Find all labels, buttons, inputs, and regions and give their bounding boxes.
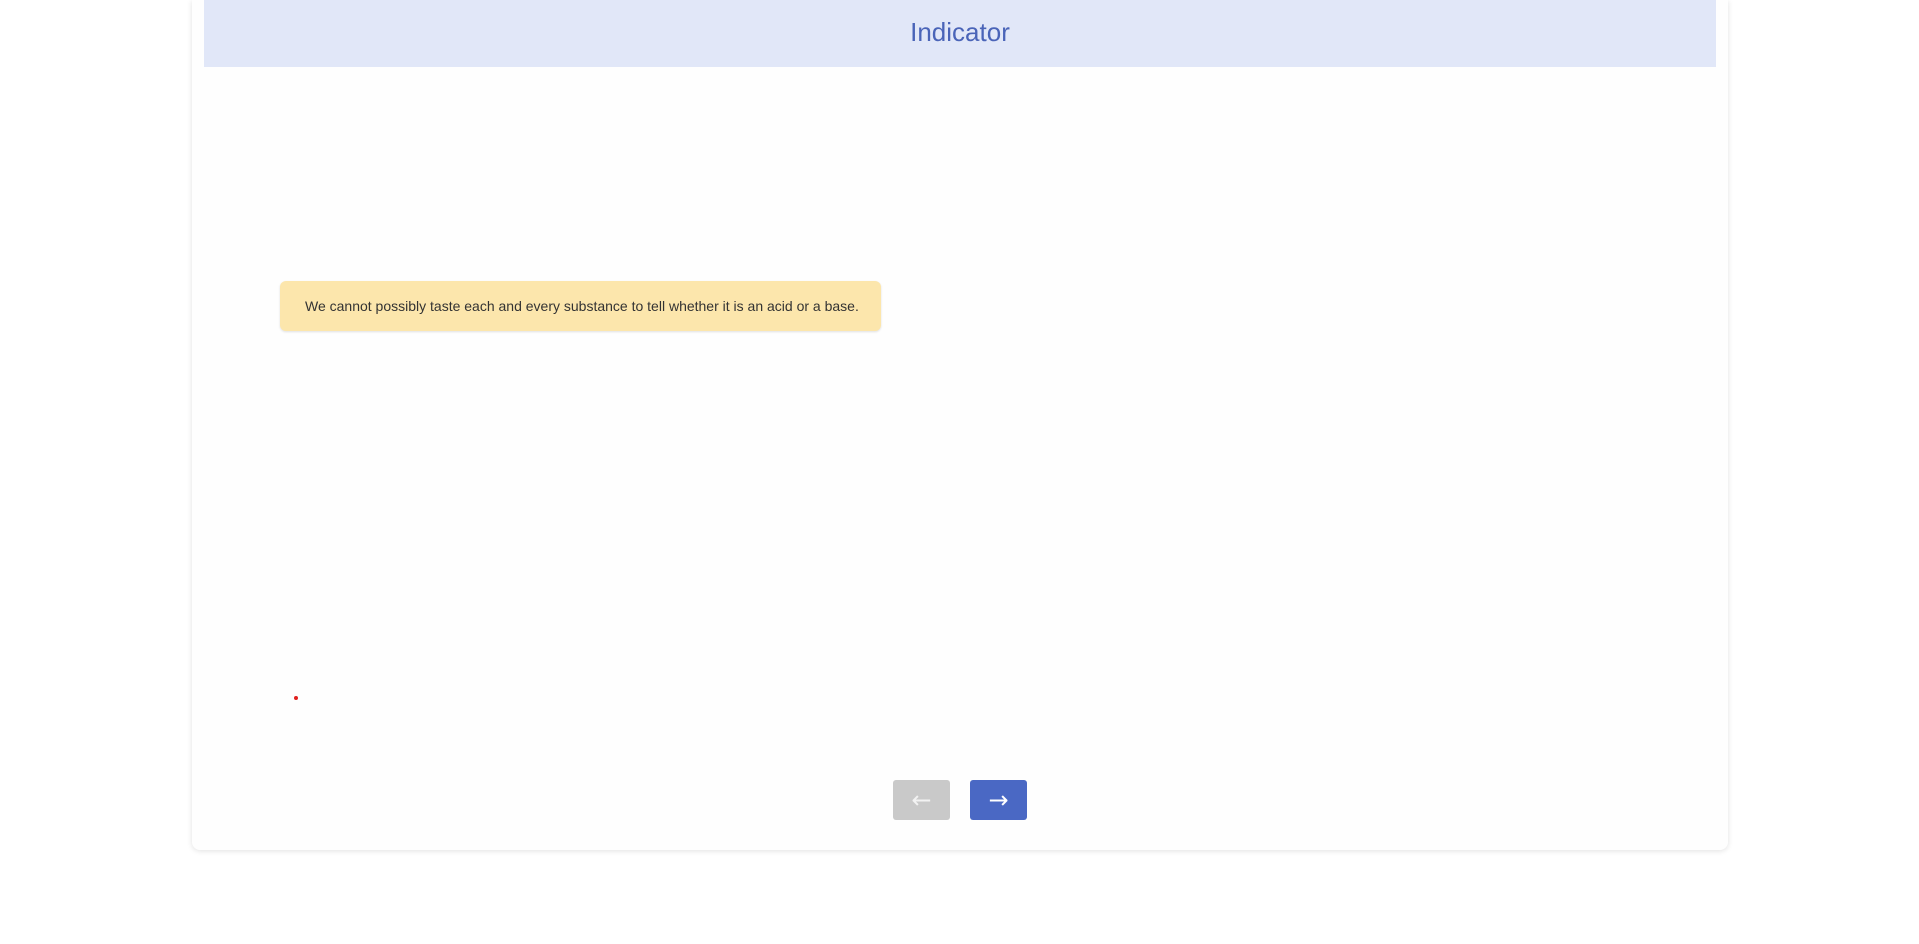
page-title: Indicator bbox=[910, 17, 1010, 47]
info-note-text: We cannot possibly taste each and every … bbox=[305, 298, 859, 314]
red-dot-marker bbox=[294, 696, 298, 700]
info-note: We cannot possibly taste each and every … bbox=[280, 281, 881, 331]
previous-button[interactable]: ← bbox=[893, 780, 950, 820]
arrow-right-icon: → bbox=[988, 786, 1009, 814]
arrow-left-icon: ← bbox=[911, 786, 932, 814]
page-header: Indicator bbox=[204, 0, 1716, 67]
next-button[interactable]: → bbox=[970, 780, 1027, 820]
content-card: Indicator We cannot possibly taste each … bbox=[192, 0, 1728, 850]
